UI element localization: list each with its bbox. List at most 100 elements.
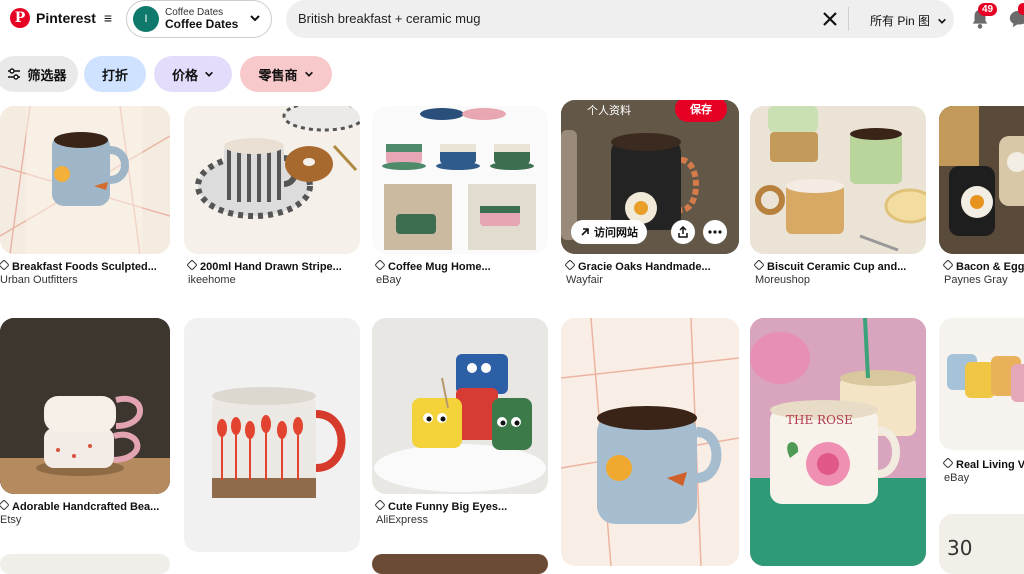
pin-caption: 200ml Hand Drawn Stripe... ikeehome (186, 259, 364, 287)
visit-site-button[interactable]: 访问网站 (571, 220, 647, 244)
tag-icon (186, 259, 198, 271)
tag-icon (942, 259, 954, 271)
pin-partial[interactable] (372, 554, 548, 574)
pin-source[interactable]: Etsy (0, 514, 170, 527)
tag-icon (0, 499, 10, 511)
tag-icon (374, 499, 386, 511)
pin-title[interactable]: Coffee Mug Home... (388, 261, 491, 273)
pin-source[interactable]: eBay (376, 274, 552, 287)
pin-title[interactable]: Breakfast Foods Sculpted... (12, 261, 157, 273)
mug-print-text: THE ROSE (786, 413, 853, 427)
pin-googly-eye-mugs[interactable] (372, 318, 548, 494)
pin-caption: Cute Funny Big Eyes... AliExpress (374, 499, 552, 527)
pin-egg-mug-large[interactable] (561, 318, 739, 566)
tag-icon (942, 457, 954, 469)
save-label: 保存 (690, 104, 712, 116)
chevron-down-icon (250, 15, 260, 22)
pin-caption: Breakfast Foods Sculpted... Urban Outfit… (0, 259, 170, 287)
more-options-button[interactable] (703, 220, 727, 244)
tag-icon (564, 259, 576, 271)
search-input[interactable]: British breakfast + ceramic mug (298, 11, 480, 26)
messages-badge (1018, 3, 1024, 15)
pin-image (561, 318, 739, 566)
ellipsis-icon (708, 230, 722, 234)
pin-caption: Adorable Handcrafted Bea... Etsy (0, 499, 170, 527)
search-bar: British breakfast + ceramic mug 所有 Pin 图 (286, 0, 954, 38)
pin-partial[interactable] (0, 554, 170, 574)
tag-icon (374, 259, 386, 271)
board-label: Coffee Dates (165, 16, 239, 31)
pinterest-logo-icon: P (10, 8, 30, 28)
pin-source[interactable]: Wayfair (566, 274, 742, 287)
save-button[interactable]: 保存 (675, 100, 727, 122)
pin-caption: Coffee Mug Home... eBay (374, 259, 552, 287)
filters-button[interactable]: 筛选器 (0, 56, 78, 92)
pin-image (939, 106, 1024, 254)
share-button[interactable] (671, 220, 695, 244)
pin-image (750, 106, 926, 254)
visit-site-label: 访问网站 (594, 227, 638, 239)
price-filter-chip[interactable]: 价格 (154, 56, 232, 92)
pin-source[interactable]: Urban Outfitters (0, 274, 170, 287)
pin-title[interactable]: Gracie Oaks Handmade... (578, 261, 711, 273)
chevron-down-icon (938, 18, 947, 24)
tag-icon (753, 259, 765, 271)
chevron-down-icon (205, 71, 213, 77)
pin-type-dropdown[interactable]: 所有 Pin 图 (870, 12, 947, 29)
pin-image: THE ROSE (750, 318, 926, 566)
pin-caption: Bacon & Egg... Paynes Gray (942, 259, 1024, 287)
arrow-up-right-icon (581, 228, 589, 236)
pin-caption: Gracie Oaks Handmade... Wayfair (564, 259, 742, 287)
tag-icon (0, 259, 10, 271)
pin-handcrafted-mugs[interactable] (0, 318, 170, 494)
pin-image (0, 318, 170, 494)
search-divider (848, 7, 849, 31)
pin-bacon-egg-mug[interactable] (939, 106, 1024, 254)
pin-source[interactable]: eBay (944, 472, 1024, 485)
pin-image (372, 318, 548, 494)
pin-title[interactable]: Adorable Handcrafted Bea... (12, 501, 159, 513)
board-selector[interactable]: I Coffee Dates Coffee Dates (126, 0, 272, 38)
pin-caption: Real Living V... eBay (942, 457, 1024, 485)
pin-image (184, 106, 360, 254)
pin-title[interactable]: Cute Funny Big Eyes... (388, 501, 507, 513)
pin-source[interactable]: AliExpress (376, 514, 552, 527)
retailer-label: 零售商 (258, 67, 298, 83)
pin-striped-mug[interactable] (184, 106, 360, 254)
pinterest-logo[interactable]: P Pinterest ≡ (10, 8, 112, 28)
notifications-badge: 49 (978, 3, 998, 16)
pin-profile-label[interactable]: 个人资料 (587, 102, 631, 118)
pin-coffee-mug-home[interactable] (372, 106, 548, 254)
pin-title[interactable]: 200ml Hand Drawn Stripe... (200, 261, 342, 273)
calendar-number: 30 (947, 536, 973, 560)
pin-biscuit-cup[interactable] (750, 106, 926, 254)
board-avatar: I (133, 6, 159, 32)
share-icon (678, 226, 688, 238)
discount-filter-chip[interactable]: 打折 (84, 56, 146, 92)
retailer-filter-chip[interactable]: 零售商 (240, 56, 332, 92)
pin-source[interactable]: Paynes Gray (944, 274, 1024, 287)
pin-breakfast-foods-mug[interactable] (0, 106, 170, 254)
close-icon[interactable] (822, 11, 838, 27)
discount-label: 打折 (101, 67, 128, 83)
menu-icon[interactable]: ≡ (104, 10, 112, 26)
pin-calendar[interactable]: 30 (939, 514, 1024, 574)
pin-title[interactable]: Real Living V... (956, 459, 1024, 471)
pin-gracie-oaks-mug[interactable]: 个人资料 保存 访问网站 (561, 100, 739, 254)
pin-caption: Biscuit Ceramic Cup and... Moreushop (753, 259, 931, 287)
pin-red-flower-mug[interactable] (184, 318, 360, 552)
pin-image (372, 106, 548, 254)
sliders-icon (8, 68, 21, 80)
pin-floral-teacup[interactable]: THE ROSE (750, 318, 926, 566)
filters-label: 筛选器 (27, 67, 67, 83)
chevron-down-icon (304, 71, 313, 77)
pin-type-label: 所有 Pin 图 (870, 14, 931, 28)
pin-image (939, 318, 1024, 450)
brand-name: Pinterest (36, 10, 96, 26)
pin-source[interactable]: ikeehome (188, 274, 364, 287)
pin-real-living-mugs[interactable] (939, 318, 1024, 450)
pin-image (184, 318, 360, 552)
pin-title[interactable]: Biscuit Ceramic Cup and... (767, 261, 906, 273)
pin-source[interactable]: Moreushop (755, 274, 931, 287)
pin-title[interactable]: Bacon & Egg... (956, 261, 1024, 273)
